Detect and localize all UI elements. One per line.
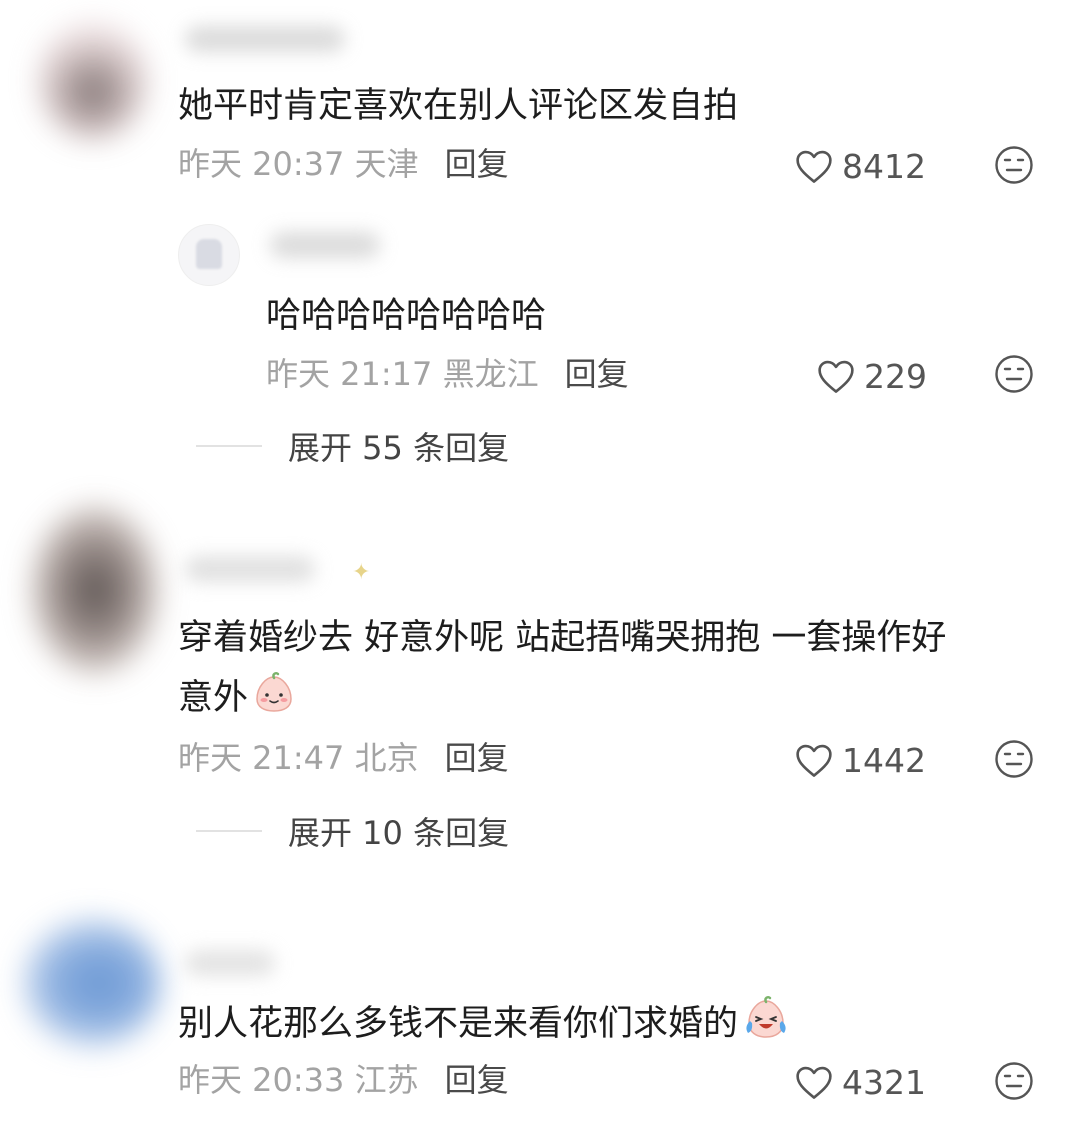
comment-text-line-2: 意外: [178, 668, 296, 728]
username[interactable]: [185, 950, 275, 976]
comment-meta: 昨天 20:33 江苏 回复: [178, 1058, 509, 1102]
like-button[interactable]: 229: [816, 354, 927, 398]
heart-outline-icon: [796, 744, 832, 777]
heart-outline-icon: [796, 1066, 832, 1099]
sparkle-icon: ✦: [352, 560, 371, 585]
sub-reply-text: 哈哈哈哈哈哈哈哈: [266, 296, 547, 336]
expand-replies-button[interactable]: 展开 55 条回复: [196, 424, 509, 468]
heart-outline-icon: [818, 360, 854, 393]
sub-reply-avatar[interactable]: [178, 224, 240, 286]
username[interactable]: [185, 26, 345, 52]
like-count: 229: [864, 356, 927, 396]
comment-text-line-1: 穿着婚纱去 好意外呢 站起捂嘴哭拥抱 一套操作好: [178, 618, 947, 658]
crying-laughing-emoji: [746, 995, 786, 1038]
neutral-face-icon[interactable]: [994, 354, 1034, 394]
like-button[interactable]: 4321: [794, 1060, 926, 1104]
comment-text-content: 别人花那么多钱不是来看你们求婚的: [178, 1004, 739, 1044]
like-count: 8412: [842, 146, 926, 186]
comment-text: 她平时肯定喜欢在别人评论区发自拍: [178, 86, 739, 126]
neutral-face-icon[interactable]: [994, 739, 1034, 779]
shy-face-emoji: [256, 671, 292, 712]
comment-meta: 昨天 21:47 北京 回复: [178, 736, 509, 780]
like-button[interactable]: 1442: [794, 738, 926, 782]
neutral-face-icon[interactable]: [994, 145, 1034, 185]
reply-button[interactable]: 回复: [445, 145, 509, 183]
reply-button[interactable]: 回复: [445, 1061, 509, 1099]
avatar[interactable]: [38, 20, 148, 140]
divider-line: [196, 445, 262, 447]
sub-reply-time-location: 昨天 21:17 黑龙江: [266, 355, 539, 393]
like-count: 4321: [842, 1062, 926, 1102]
divider-line: [196, 830, 262, 832]
avatar[interactable]: [22, 918, 162, 1048]
heart-outline-icon: [796, 150, 832, 183]
expand-replies-label: 展开 10 条回复: [288, 814, 510, 852]
neutral-face-icon[interactable]: [994, 1061, 1034, 1101]
comment-time-location: 昨天 20:37 天津: [178, 145, 419, 183]
sub-reply-meta: 昨天 21:17 黑龙江 回复: [266, 352, 629, 396]
sub-reply-username[interactable]: [270, 232, 380, 258]
comment-time-location: 昨天 20:33 江苏: [178, 1061, 419, 1099]
reply-button[interactable]: 回复: [565, 355, 629, 393]
comment-text: 别人花那么多钱不是来看你们求婚的: [178, 994, 790, 1054]
username[interactable]: [185, 556, 315, 582]
expand-replies-button[interactable]: 展开 10 条回复: [196, 809, 509, 853]
expand-replies-label: 展开 55 条回复: [288, 429, 510, 467]
comment-time-location: 昨天 21:47 北京: [178, 739, 419, 777]
reply-button[interactable]: 回复: [445, 739, 509, 777]
comment-meta: 昨天 20:37 天津 回复: [178, 142, 509, 186]
like-count: 1442: [842, 740, 926, 780]
like-button[interactable]: 8412: [794, 144, 926, 188]
comment-text: 意外: [178, 678, 249, 718]
avatar[interactable]: [30, 505, 160, 675]
